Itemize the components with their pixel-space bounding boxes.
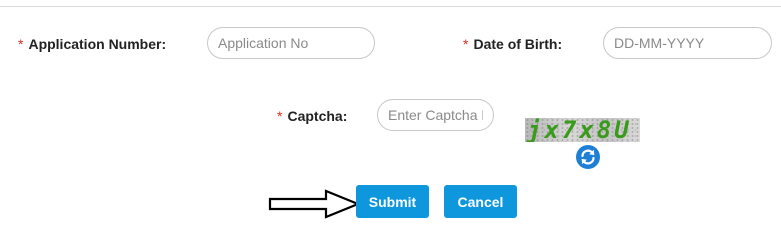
date-of-birth-label: * Date of Birth: — [463, 36, 563, 52]
captcha-input[interactable] — [377, 99, 494, 131]
application-number-label: * Application Number: — [18, 36, 167, 52]
required-marker: * — [277, 108, 283, 124]
application-number-input[interactable] — [207, 27, 375, 59]
required-marker: * — [18, 36, 24, 52]
date-of-birth-input[interactable] — [603, 27, 772, 59]
required-marker: * — [463, 36, 469, 52]
arrow-right-icon — [268, 189, 360, 219]
submit-button[interactable]: Submit — [356, 185, 429, 218]
refresh-icon[interactable] — [576, 145, 600, 169]
captcha-text: jx7x8U — [527, 118, 632, 142]
captcha-label: * Captcha: — [277, 108, 348, 124]
top-divider — [0, 6, 781, 7]
captcha-image: jx7x8U — [525, 118, 640, 142]
cancel-button[interactable]: Cancel — [444, 185, 517, 218]
